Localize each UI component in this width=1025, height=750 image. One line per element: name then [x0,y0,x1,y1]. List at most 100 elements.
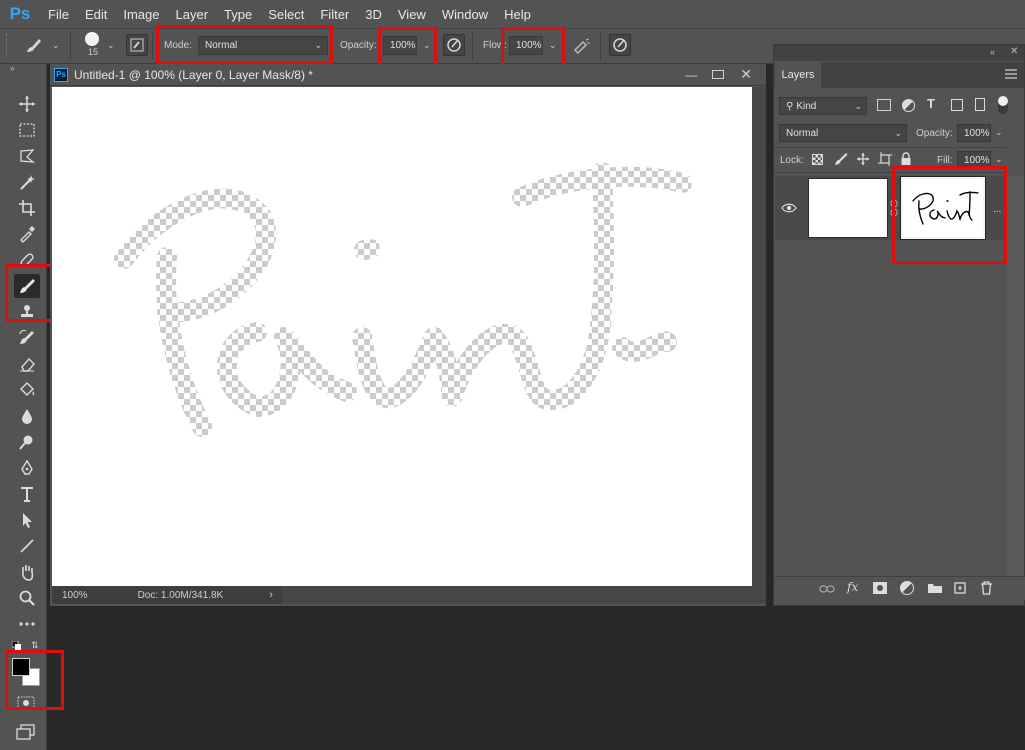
layer-style-fx-icon[interactable]: fx [847,580,858,594]
menu-filter[interactable]: Filter [312,7,357,22]
tab-layers[interactable]: Layers [775,62,821,88]
pen-tool-icon[interactable] [14,456,40,480]
menu-help[interactable]: Help [496,7,539,22]
eraser-tool-icon[interactable] [14,352,40,376]
eyedropper-tool-icon[interactable] [14,222,40,246]
status-chevron-right-icon[interactable]: › [269,589,273,601]
layer-blend-mode-select[interactable]: Normal ⌄ [779,124,907,142]
filter-shape-layer-icon[interactable] [951,99,963,111]
path-selection-tool-icon[interactable] [14,508,40,532]
brush-size-preview[interactable] [85,32,99,46]
menu-window[interactable]: Window [434,7,496,22]
filter-smart-object-icon[interactable] [975,98,985,111]
panel-menu-icon[interactable] [1004,68,1018,80]
screen-mode-icon[interactable] [16,724,36,740]
move-tool-icon[interactable] [14,92,40,116]
lock-all-icon[interactable] [900,152,912,166]
preset-chevron-down-icon[interactable]: ⌄ [52,40,60,51]
new-adjustment-layer-icon[interactable] [900,581,914,595]
brush-panel-toggle-icon[interactable] [126,34,148,56]
zoom-level[interactable]: 100% [62,590,88,601]
lock-transparent-pixels-icon[interactable] [812,154,823,165]
brush-size-value: 15 [88,47,99,57]
menu-file[interactable]: File [40,7,77,22]
crop-tool-icon[interactable] [14,196,40,220]
blend-mode-value: Normal [786,127,819,139]
menu-select[interactable]: Select [260,7,312,22]
layer-fill-input[interactable]: 100% [957,151,991,169]
filter-type-layer-icon[interactable]: T [927,96,935,111]
document-tab[interactable]: Ps Untitled-1 @ 100% (Layer 0, Layer Mas… [50,64,766,86]
blur-tool-icon[interactable] [14,404,40,428]
options-grip[interactable] [6,34,10,58]
zoom-tool-icon[interactable] [14,586,40,610]
menu-view[interactable]: View [390,7,434,22]
history-brush-tool-icon[interactable] [14,326,40,350]
minimize-icon[interactable]: — [684,68,698,82]
add-mask-icon[interactable] [873,582,887,594]
close-panel-icon[interactable]: ✕ [1010,46,1018,57]
menu-edit[interactable]: Edit [77,7,115,22]
filter-adjustment-layer-icon[interactable] [902,99,915,112]
filter-toggle[interactable] [998,96,1008,114]
tools-collapse-icon[interactable]: » [10,64,43,74]
marquee-tool-icon[interactable] [14,118,40,142]
menu-type[interactable]: Type [216,7,260,22]
lasso-tool-icon[interactable] [14,144,40,168]
maximize-icon[interactable] [712,70,725,79]
brush-tool-icon[interactable] [14,274,40,298]
canvas[interactable] [52,87,752,586]
collapse-panel-icon[interactable]: « [990,47,995,57]
link-layers-icon[interactable] [819,583,835,595]
healing-brush-tool-icon[interactable] [14,248,40,272]
layer-thumbnail[interactable] [808,178,888,238]
flow-input[interactable]: 100% [509,36,543,55]
eye-icon[interactable] [781,202,797,214]
horizontal-scrollbar[interactable] [282,586,766,604]
flow-chevron-down-icon[interactable]: ⌄ [549,40,557,51]
layer-opacity-input[interactable]: 100% [957,124,991,142]
canvas-scrollbar[interactable] [752,87,766,586]
delete-layer-icon[interactable] [980,581,993,595]
layer-mask-thumbnail[interactable] [900,176,986,240]
menu-3d[interactable]: 3D [357,7,390,22]
default-colors-icon[interactable] [11,640,22,650]
line-tool-icon[interactable] [14,534,40,558]
new-layer-icon[interactable] [953,581,967,595]
paint-bucket-tool-icon[interactable] [14,378,40,402]
lock-position-icon[interactable] [856,152,870,166]
hand-tool-icon[interactable] [14,560,40,584]
opacity-chevron-down-icon[interactable]: ⌄ [423,40,431,51]
pressure-opacity-icon[interactable] [443,34,465,56]
new-group-icon[interactable] [927,582,943,594]
quick-mask-icon[interactable] [16,696,36,710]
mask-link-icon[interactable] [890,198,898,218]
airbrush-icon[interactable] [572,36,592,56]
swap-colors-icon[interactable]: ⇅ [31,640,41,650]
type-tool-icon[interactable] [14,482,40,506]
opacity-input[interactable]: 100% [383,36,417,55]
brush-tool-preset-icon[interactable] [24,36,44,56]
menu-image[interactable]: Image [115,7,167,22]
dodge-tool-icon[interactable] [14,430,40,454]
magic-wand-tool-icon[interactable] [14,170,40,194]
foreground-color-swatch[interactable] [12,658,30,676]
brush-picker-chevron-down-icon[interactable]: ⌄ [107,40,115,51]
chevron-down-icon: ⌄ [314,40,322,50]
layer-filter-select[interactable]: ⚲ Kind ⌄ [779,97,867,115]
menu-layer[interactable]: Layer [168,7,217,22]
lock-image-pixels-icon[interactable] [834,152,848,166]
lock-artboard-icon[interactable] [878,152,892,166]
filter-pixel-layer-icon[interactable] [877,99,891,111]
fill-chevron-down-icon[interactable]: ⌄ [995,154,1003,165]
more-tools-icon[interactable] [14,612,40,636]
filter-kind-value: Kind [796,100,817,112]
layers-scrollbar[interactable] [1007,176,1024,576]
clone-stamp-tool-icon[interactable] [14,300,40,324]
pressure-size-icon[interactable] [609,34,631,56]
layer-more-icon[interactable]: ... [993,204,1001,215]
close-icon[interactable]: ✕ [740,66,752,83]
mode-label: Mode: [164,40,192,51]
mode-select[interactable]: Normal ⌄ [198,36,328,55]
layer-opacity-chevron-down-icon[interactable]: ⌄ [995,127,1003,138]
